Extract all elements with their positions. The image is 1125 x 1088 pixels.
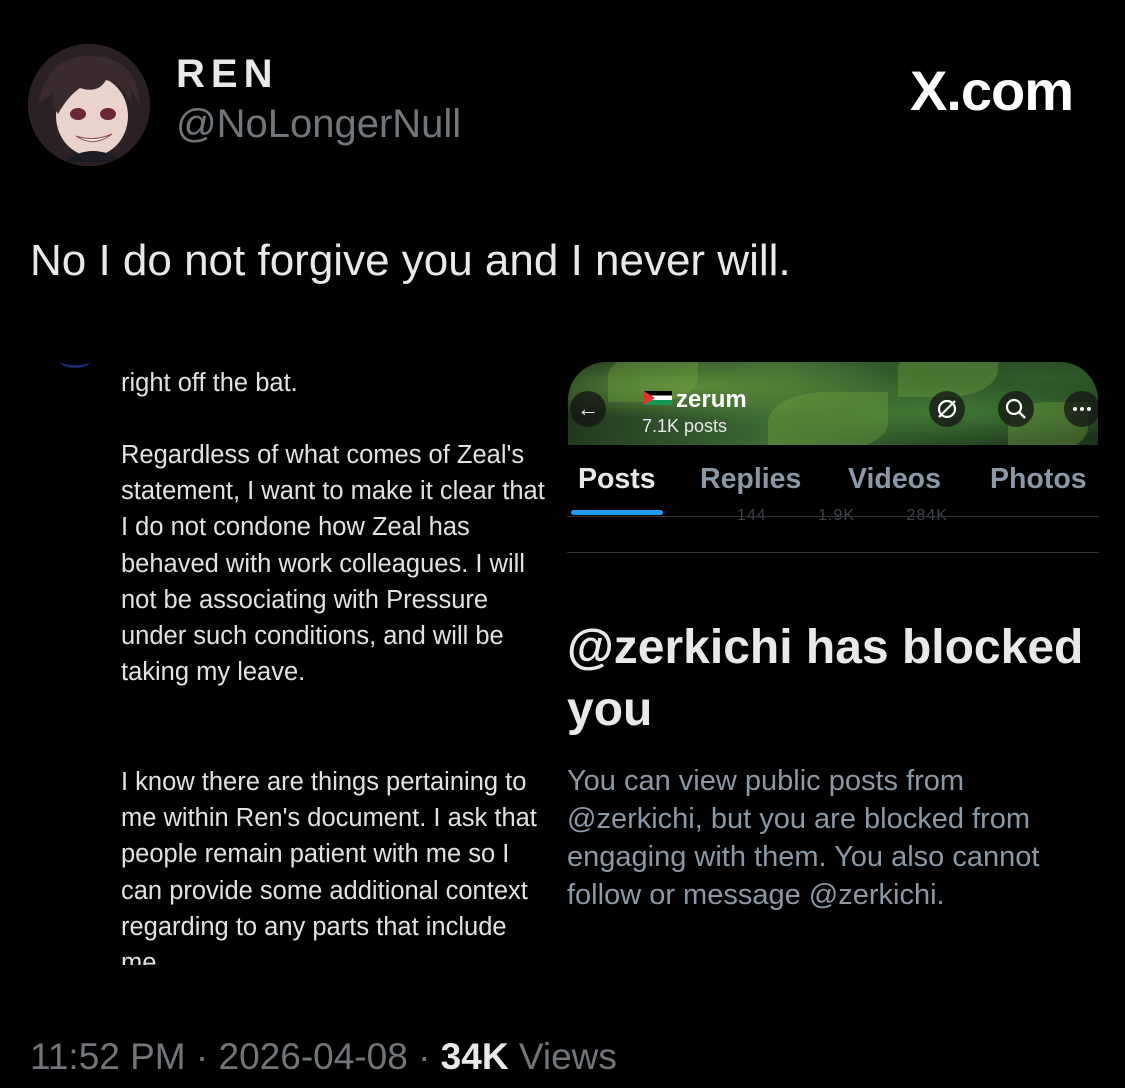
right-screenshot-image[interactable]: ← zerum 7.1K posts Posts Replies Videos … [567, 362, 1099, 922]
tab-posts[interactable]: Posts [578, 463, 656, 496]
ghost-view-count: 284K [906, 507, 948, 521]
divider [567, 552, 1099, 553]
profile-banner: ← zerum 7.1K posts [568, 362, 1098, 445]
profile-name-text: zerum [676, 386, 747, 413]
divider [567, 516, 1099, 517]
avatar-image [28, 44, 150, 166]
user-handle[interactable]: @NoLongerNull [176, 102, 461, 147]
meta-separator: · [195, 1036, 209, 1077]
search-icon-glyph [1005, 398, 1026, 419]
avatar[interactable] [28, 44, 150, 166]
more-icon-glyph [1073, 407, 1091, 411]
mute-icon[interactable] [929, 391, 965, 427]
search-icon[interactable] [998, 391, 1034, 427]
site-logo: X.com [909, 59, 1074, 122]
tab-photos[interactable]: Photos [990, 463, 1087, 496]
tweet-text: No I do not forgive you and I never will… [30, 236, 791, 285]
blocked-title: @zerkichi has blocked you [567, 621, 1084, 736]
tab-videos[interactable]: Videos [848, 463, 941, 496]
meta-separator: · [418, 1036, 431, 1077]
statement-paragraph-1: right off the bat. [121, 369, 298, 397]
tweet-meta: 11:52 PM · 2026-04-08 · 34K Views [30, 1036, 617, 1078]
ghost-stats-row: 144 1.9K 284K [627, 507, 1097, 521]
palestine-flag-icon [644, 391, 672, 405]
profile-name: zerum [644, 386, 747, 414]
views-label: Views [518, 1036, 617, 1077]
arrow-left-icon[interactable]: ← [570, 391, 606, 427]
tweet-time[interactable]: 11:52 PM [30, 1036, 186, 1077]
post-count: 7.1K posts [642, 416, 728, 436]
more-icon[interactable] [1064, 391, 1098, 427]
mute-icon-glyph [937, 399, 957, 419]
views-count: 34K [440, 1036, 509, 1077]
display-name[interactable]: REN [176, 52, 278, 97]
cropped-avatar-edge [60, 355, 90, 368]
blocked-message: You can view public posts from @zerkichi… [567, 765, 1040, 911]
tab-replies[interactable]: Replies [700, 463, 801, 496]
ghost-like-count: 1.9K [818, 507, 856, 521]
statement-paragraph-2: Regardless of what comes of Zeal's state… [121, 441, 545, 687]
banner-leaf [768, 392, 888, 445]
left-screenshot-image[interactable]: right off the bat. Regardless of what co… [60, 355, 550, 965]
tweet-date[interactable]: 2026-04-08 [219, 1036, 408, 1077]
statement-paragraph-3: I know there are things pertaining to me… [121, 768, 537, 965]
ghost-retweet-count: 144 [737, 507, 767, 521]
